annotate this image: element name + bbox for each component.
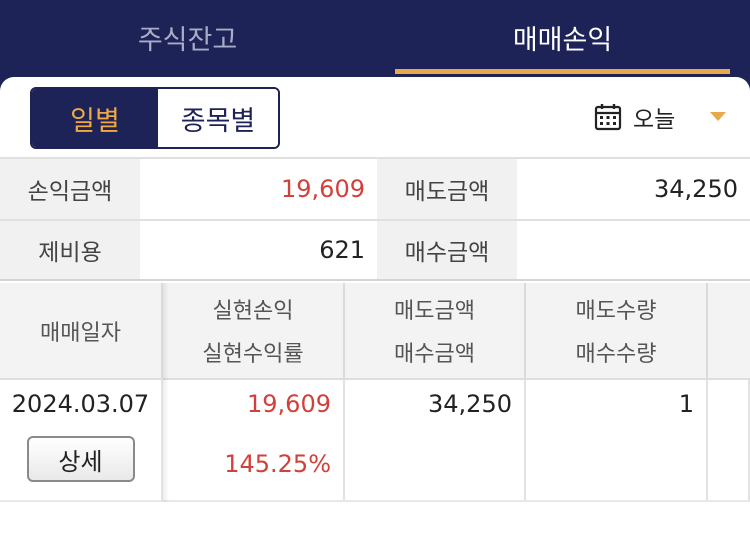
fee-label: 제비용: [0, 221, 140, 279]
active-tab-indicator: [395, 69, 730, 74]
chevron-down-icon[interactable]: [710, 112, 726, 121]
row-realized-pl: 19,609: [247, 390, 331, 418]
tab-trade-profit-loss[interactable]: 매매손익: [375, 0, 750, 74]
summary-row: 손익금액 19,609 매도금액 34,250: [0, 157, 750, 219]
sell-amount-value: 34,250: [517, 159, 750, 219]
header-quantities: 매도수량 매수수량: [526, 283, 708, 378]
row-overflow-cell: [708, 380, 750, 500]
header-amounts: 매도금액 매수금액: [345, 283, 526, 378]
row-date-cell: 2024.03.07 상세: [0, 380, 163, 500]
detail-button[interactable]: 상세: [26, 436, 135, 482]
header-realized: 실현손익 실현수익률: [163, 283, 345, 378]
header-realized-pl: 실현손익: [212, 298, 294, 324]
fee-value: 621: [140, 221, 377, 279]
header-trade-date: 매매일자: [0, 283, 163, 378]
table-header: 매매일자 실현손익 실현수익률 매도금액 매수금액 매도수량 매수수량: [0, 283, 750, 380]
header-overflow-column: [708, 283, 750, 378]
tab-stock-balance[interactable]: 주식잔고: [0, 0, 375, 74]
segment-daily-button[interactable]: 일별: [32, 89, 158, 147]
profit-amount-value: 19,609: [140, 159, 377, 219]
period-segment-control: 일별 종목별: [30, 87, 280, 149]
row-amount-cell: 34,250: [345, 380, 526, 500]
profit-amount-label: 손익금액: [0, 159, 140, 219]
table-row: 2024.03.07 상세 19,609 145.25% 34,250 1: [0, 380, 750, 502]
row-quantity-cell: 1: [526, 380, 708, 500]
summary-row: 제비용 621 매수금액: [0, 219, 750, 281]
date-picker[interactable]: 오늘: [594, 97, 726, 137]
header-sell-amount: 매도금액: [394, 298, 475, 324]
date-picker-value: 오늘: [633, 107, 676, 133]
header-realized-rate: 실현수익률: [202, 342, 304, 368]
trade-detail-table: 매매일자 실현손익 실현수익률 매도금액 매수금액 매도수량 매수수량 2024…: [0, 283, 750, 502]
row-trade-date: 2024.03.07: [11, 390, 150, 418]
header-sell-qty: 매도수량: [575, 298, 657, 324]
buy-amount-value: [517, 221, 750, 279]
segment-by-stock-button[interactable]: 종목별: [158, 89, 278, 147]
header-buy-amount: 매수금액: [394, 342, 475, 368]
row-realized-cell: 19,609 145.25%: [163, 380, 345, 500]
row-sell-amount: 34,250: [428, 390, 512, 418]
summary-grid: 손익금액 19,609 매도금액 34,250 제비용 621 매수금액: [0, 157, 750, 281]
calendar-icon: [594, 104, 622, 131]
buy-amount-label: 매수금액: [377, 221, 517, 279]
sell-amount-label: 매도금액: [377, 159, 517, 219]
header-buy-qty: 매수수량: [575, 342, 657, 368]
row-realized-rate: 145.25%: [224, 450, 331, 478]
row-sell-qty: 1: [678, 390, 694, 418]
